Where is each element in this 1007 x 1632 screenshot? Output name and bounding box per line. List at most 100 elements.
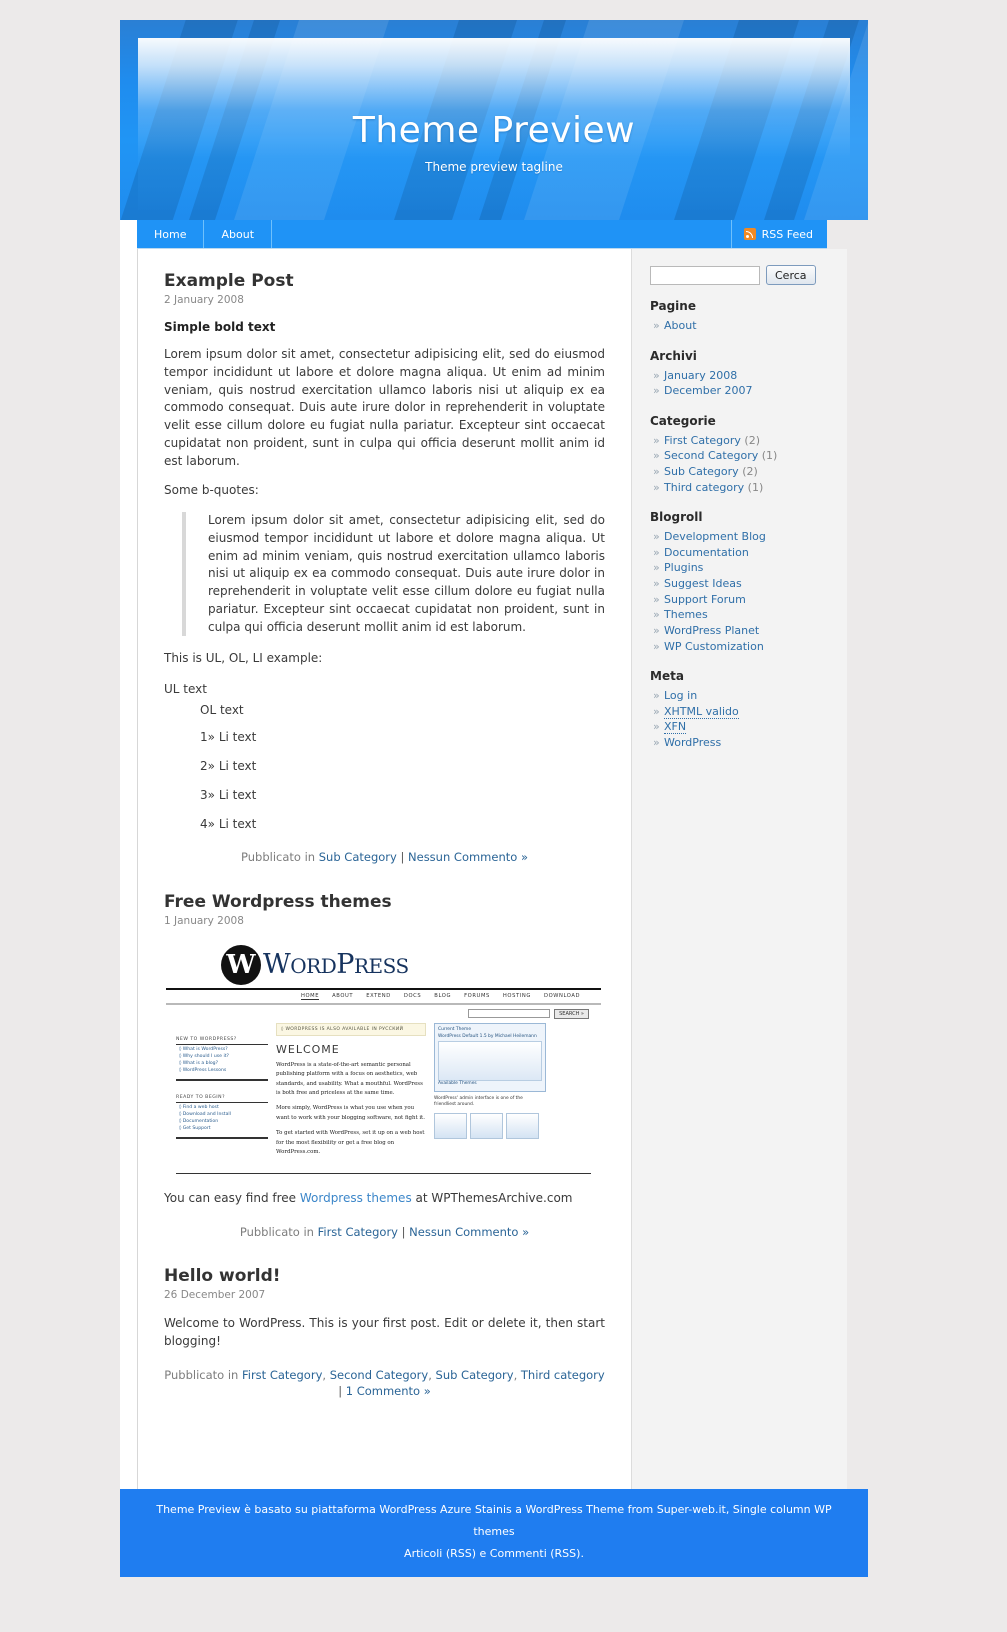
wp-screenshot-caption: WordPress' admin interface is one of the… bbox=[434, 1095, 523, 1108]
site-title: Theme Preview bbox=[352, 110, 636, 151]
quote-intro: Some b-quotes: bbox=[164, 483, 259, 498]
sidebar-list: » Development Blog » Documentation » Plugin… bbox=[646, 529, 835, 654]
post-date: 1 January 2008 bbox=[164, 914, 244, 927]
sidebar-list-item[interactable]: » Documentation bbox=[646, 545, 835, 561]
post-meta-category[interactable]: Third category bbox=[521, 1368, 605, 1382]
sidebar-list-item[interactable]: » About bbox=[646, 318, 835, 334]
wp-nav-home: HOME bbox=[301, 992, 320, 1000]
chevron-right-icon: » bbox=[653, 530, 660, 544]
sidebar-list-item[interactable]: » Support Forum bbox=[646, 592, 835, 608]
sidebar-link[interactable]: December 2007 bbox=[664, 384, 753, 397]
search-form: Cerca bbox=[650, 265, 835, 285]
sidebar-list-item[interactable]: » WordPress bbox=[646, 735, 835, 751]
sidebar-link[interactable]: WordPress Planet bbox=[664, 624, 759, 637]
chevron-right-icon: » bbox=[653, 480, 660, 494]
sidebar-link[interactable]: About bbox=[664, 319, 697, 332]
wp-wordmark-ord: ORD bbox=[290, 954, 337, 979]
post-meta-category[interactable]: Second Category bbox=[330, 1368, 429, 1382]
sidebar-link[interactable]: Documentation bbox=[664, 546, 749, 559]
sidebar-link[interactable]: First Category bbox=[664, 434, 741, 447]
wp-welcome-heading: WELCOME bbox=[276, 1042, 340, 1056]
wp-mini-thumb bbox=[470, 1112, 503, 1139]
sidebar-list: » January 2008 » December 2007 bbox=[646, 368, 835, 399]
nav-item-about[interactable]: About bbox=[204, 220, 273, 248]
sidebar-list-item[interactable]: » Third category (1) bbox=[646, 480, 835, 496]
sidebar-link[interactable]: January 2008 bbox=[664, 369, 737, 382]
chevron-right-icon: » bbox=[653, 577, 660, 591]
sidebar-heading: Blogroll bbox=[650, 510, 703, 525]
sidebar-link[interactable]: WP Customization bbox=[664, 640, 764, 653]
ul-item: UL text bbox=[164, 682, 207, 696]
post-meta-category[interactable]: First Category bbox=[318, 1225, 398, 1239]
sidebar-link[interactable]: Plugins bbox=[664, 561, 703, 574]
sidebar-list-item[interactable]: » XFN bbox=[646, 719, 835, 735]
sidebar-list-item[interactable]: » Sub Category (2) bbox=[646, 464, 835, 480]
wp-left-heading: NEW TO WORDPRESS? bbox=[176, 1023, 268, 1045]
footer-line-2: Articoli (RSS) e Commenti (RSS). bbox=[404, 1547, 584, 1560]
post-example-post: Example Post 2 January 2008 Simple bold … bbox=[164, 271, 605, 866]
sidebar-list-item[interactable]: » WordPress Planet bbox=[646, 623, 835, 639]
post-body: Welcome to WordPress. This is your first… bbox=[164, 1316, 605, 1348]
chevron-right-icon: » bbox=[653, 449, 660, 463]
sidebar-list-item[interactable]: » Plugins bbox=[646, 560, 835, 576]
post-title[interactable]: Hello world! bbox=[164, 1266, 605, 1286]
sidebar-list-item[interactable]: » Second Category (1) bbox=[646, 448, 835, 464]
sidebar-list-item[interactable]: » XHTML valido bbox=[646, 704, 835, 720]
chevron-right-icon: » bbox=[653, 720, 660, 734]
post-meta-category[interactable]: Sub Category bbox=[319, 850, 397, 864]
wordpress-org-screenshot: W WORDPRESS HOME ABOUT EXTEND DOCS BLOG … bbox=[166, 940, 601, 1174]
sidebar-list-item[interactable]: » First Category (2) bbox=[646, 433, 835, 449]
wordpress-logo-icon: W bbox=[221, 944, 261, 985]
sidebar-link[interactable]: Suggest Ideas bbox=[664, 577, 742, 590]
sidebar-list-item[interactable]: » January 2008 bbox=[646, 368, 835, 384]
sidebar-link[interactable]: Log in bbox=[664, 689, 697, 702]
sidebar-list-item[interactable]: » WP Customization bbox=[646, 639, 835, 655]
sidebar-link[interactable]: Sub Category bbox=[664, 465, 739, 478]
sidebar-list-item[interactable]: » December 2007 bbox=[646, 383, 835, 399]
wp-mini-thumb bbox=[506, 1112, 539, 1139]
sidebar-list: » Log in » XHTML valido » XFN » WordPress bbox=[646, 688, 835, 750]
sidebar-link[interactable]: XHTML valido bbox=[664, 704, 739, 719]
post-meta-comments[interactable]: Nessun Commento » bbox=[408, 850, 528, 864]
post-title[interactable]: Example Post bbox=[164, 271, 605, 291]
post-title[interactable]: Free Wordpress themes bbox=[164, 892, 605, 912]
sidebar-list-item[interactable]: » Development Blog bbox=[646, 529, 835, 545]
post-meta-comments[interactable]: Nessun Commento » bbox=[409, 1225, 529, 1239]
post-meta-category[interactable]: Sub Category bbox=[436, 1368, 514, 1382]
sidebar-link[interactable]: Third category bbox=[664, 481, 744, 494]
post-meta-comments[interactable]: 1 Commento » bbox=[346, 1384, 431, 1398]
post-meta-prefix: Pubblicato in bbox=[241, 850, 316, 864]
chevron-right-icon: » bbox=[653, 639, 660, 653]
post-hello-world: Hello world! 26 December 2007 Welcome to… bbox=[164, 1266, 605, 1400]
list-item-marker: 3» bbox=[200, 788, 215, 802]
list-item-label: Li text bbox=[218, 730, 257, 744]
sidebar-link[interactable]: Themes bbox=[664, 608, 708, 621]
wp-left-divider bbox=[176, 1136, 268, 1139]
post-meta-category[interactable]: First Category bbox=[242, 1368, 322, 1382]
sidebar-link[interactable]: WordPress bbox=[664, 736, 721, 749]
search-button[interactable]: Cerca bbox=[766, 265, 816, 285]
rss-feed-link[interactable]: RSS Feed bbox=[730, 220, 827, 248]
sidebar-heading: Meta bbox=[650, 669, 684, 684]
wp-search-row: SEARCH » bbox=[166, 1005, 601, 1023]
wp-left-item: ◊ Download and Install bbox=[179, 1111, 231, 1117]
sidebar-link[interactable]: XFN bbox=[664, 720, 687, 735]
main-column: Example Post 2 January 2008 Simple bold … bbox=[138, 249, 631, 1489]
search-input[interactable] bbox=[650, 265, 760, 285]
sidebar-list-item[interactable]: » Suggest Ideas bbox=[646, 576, 835, 592]
wp-body: NEW TO WORDPRESS? ◊ What is WordPress? ◊… bbox=[166, 1022, 601, 1170]
nav-items: Home About bbox=[137, 220, 273, 248]
nav-item-home[interactable]: Home bbox=[137, 220, 205, 248]
sidebar-list-item[interactable]: » Themes bbox=[646, 607, 835, 623]
caption-before: You can easy find free bbox=[164, 1190, 300, 1205]
list-item-label: Li text bbox=[218, 788, 257, 802]
wp-wordmark-p: P bbox=[336, 949, 354, 981]
post-meta-prefix: Pubblicato in bbox=[164, 1367, 239, 1382]
sidebar-link[interactable]: Support Forum bbox=[664, 593, 746, 606]
wordpress-themes-link[interactable]: Wordpress themes bbox=[300, 1191, 412, 1205]
chevron-right-icon: » bbox=[653, 689, 660, 703]
sidebar-list-item[interactable]: » Log in bbox=[646, 688, 835, 704]
sidebar-link[interactable]: Second Category bbox=[664, 449, 758, 462]
sidebar-link[interactable]: Development Blog bbox=[664, 530, 766, 543]
